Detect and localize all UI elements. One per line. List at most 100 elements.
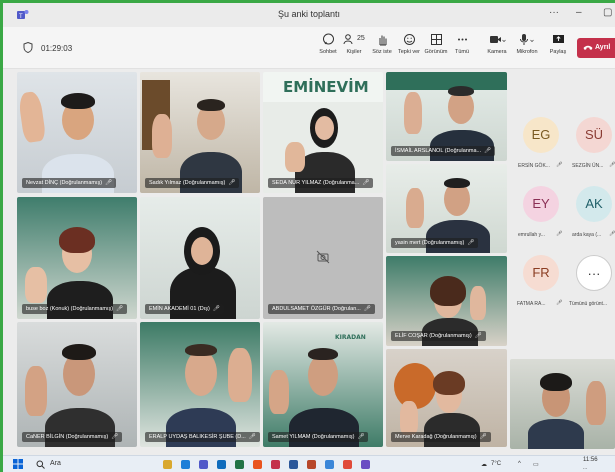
mic-off-icon: 🎤︎ xyxy=(556,231,563,237)
teams-window: T Şu anki toplantı ··· – ▢ 01:29:03 Sohb… xyxy=(3,3,615,455)
video-tile[interactable]: yasin mert (Doğrulanmamış) 🎤︎ xyxy=(386,164,507,253)
weather-icon[interactable]: ☁ xyxy=(481,461,487,468)
participant-name: Samet YILMAM (Doğrulanmamış) 🎤︎ xyxy=(268,432,369,442)
chat-icon xyxy=(322,33,334,45)
app-icon[interactable] xyxy=(271,460,280,469)
camera-label: Kamera xyxy=(487,49,507,55)
video-tile[interactable]: KIRADAN Samet YILMAM (Doğrulanmamış) 🎤︎ xyxy=(263,322,383,447)
avatar: EY xyxy=(523,186,559,222)
app-icon[interactable] xyxy=(181,460,190,469)
meeting-toolbar: 01:29:03 Sohbet 25 Kişiler Söz iste Tepk… xyxy=(3,27,615,69)
more-options-icon[interactable]: ··· xyxy=(549,7,559,18)
share-label: Paylaş xyxy=(549,49,567,55)
video-tile[interactable]: CaNER BİLGİN (Doğrulanmamış) 🎤︎ xyxy=(17,322,137,447)
mic-off-icon: 🎤︎ xyxy=(556,162,563,168)
app-icon[interactable] xyxy=(253,460,262,469)
mic-off-icon: 🎤︎ xyxy=(116,306,124,312)
raise-hand-button[interactable]: Söz iste xyxy=(367,33,397,55)
mic-off-icon: 🎤︎ xyxy=(363,306,371,312)
minimize-icon[interactable]: – xyxy=(576,7,582,18)
maximize-icon[interactable]: ▢ xyxy=(603,7,612,18)
video-tile[interactable]: ELİF COŞAR (Doğrulanmamış) 🎤︎ xyxy=(386,256,507,346)
share-button[interactable]: Paylaş xyxy=(543,33,573,55)
participant-name: ELİF COŞAR (Doğrulanmamış) 🎤︎ xyxy=(391,331,486,341)
participant-name: Nevzat DİNÇ (Doğrulanmamış) 🎤︎ xyxy=(22,178,117,188)
camera-button[interactable]: Kamera xyxy=(482,33,512,55)
phone-hangup-icon xyxy=(583,45,593,50)
ellipsis-icon xyxy=(457,38,467,41)
share-icon xyxy=(552,35,564,43)
avatar: AK xyxy=(576,186,612,222)
search-icon[interactable] xyxy=(36,460,45,469)
camera-off-icon xyxy=(316,250,330,264)
participant-name: ERALP UYDAŞ BALIKESİR ŞUBE (D... 🎤︎ xyxy=(145,432,260,442)
more-label: Tümü xyxy=(454,49,470,55)
weather-temp: 7°C xyxy=(491,461,502,467)
video-tile[interactable]: EMİNEVİM SEDA NUR YILMAZ (Doğrulanma... 🎤… xyxy=(263,72,383,193)
clock-time[interactable]: 11:56 xyxy=(583,457,598,463)
participant-name: Merve Karadağ (Doğrulanmamış) 🎤︎ xyxy=(391,432,491,442)
video-tile[interactable]: İSMAİL ARSLANOL (Doğrulanma... 🎤︎ xyxy=(386,72,507,161)
taskbar-search-label[interactable]: Ara xyxy=(50,460,61,467)
chrome-icon[interactable] xyxy=(343,460,352,469)
video-stage: Nevzat DİNÇ (Doğrulanmamış) 🎤︎ Sadık Yılm… xyxy=(3,69,615,455)
mic-off-icon: 🎤︎ xyxy=(484,148,492,154)
avatar: FR xyxy=(523,255,559,291)
teams-taskbar-icon[interactable] xyxy=(199,460,208,469)
video-tile[interactable]: ABDULSAMET ÖZGÜR (Doğrulan... 🎤︎ xyxy=(263,197,383,319)
word-icon[interactable] xyxy=(289,460,298,469)
window-title: Şu anki toplantı xyxy=(277,9,341,19)
app-icon[interactable] xyxy=(163,460,172,469)
powerpoint-icon[interactable] xyxy=(307,460,316,469)
participant-name: buse boz (Konuk) (Doğrulanmamış) 🎤︎ xyxy=(22,304,128,314)
video-tile[interactable]: Sadık Yılmaz (Doğrulanmamış) 🎤︎ xyxy=(140,72,260,193)
people-button[interactable]: 25 Kişiler xyxy=(339,33,369,55)
tray-chevron-icon[interactable]: ^ xyxy=(518,461,521,467)
network-icon[interactable]: ▭ xyxy=(533,461,539,468)
app-icon[interactable] xyxy=(361,460,370,469)
side-participant-name: ERSİN GÖK... xyxy=(518,163,550,169)
app-icon[interactable] xyxy=(325,460,334,469)
mic-off-icon: 🎤︎ xyxy=(609,162,615,168)
react-button[interactable]: Tepki ver xyxy=(394,33,424,55)
video-tile[interactable]: buse boz (Konuk) (Doğrulanmamış) 🎤︎ xyxy=(17,197,137,319)
mic-off-icon: 🎤︎ xyxy=(609,231,615,237)
microphone-button[interactable]: Mikrofon xyxy=(512,33,542,55)
people-label: Kişiler xyxy=(346,49,362,55)
title-bar: T Şu anki toplantı ··· – ▢ xyxy=(3,3,615,27)
excel-icon[interactable] xyxy=(235,460,244,469)
participant-name: ABDULSAMET ÖZGÜR (Doğrulan... 🎤︎ xyxy=(268,304,375,314)
video-tile[interactable]: ERALP UYDAŞ BALIKESİR ŞUBE (D... 🎤︎ xyxy=(140,322,260,447)
video-tile[interactable] xyxy=(510,359,615,449)
leave-label: Ayrıl xyxy=(595,44,611,51)
banner-brand: EMİNEVİM xyxy=(283,78,369,96)
mic-off-icon: 🎤︎ xyxy=(228,180,236,186)
side-participant-name: SEZGİN ÜN... xyxy=(572,163,604,169)
hand-icon xyxy=(379,35,386,46)
video-tile[interactable]: EMİN AKADEMİ 01 (Dış) 🎤︎ xyxy=(140,197,260,319)
windows-taskbar: Ara ☁ 7°C ^ ▭ 11:56 ... xyxy=(3,455,615,472)
avatar: EG xyxy=(523,117,559,153)
microphone-icon xyxy=(520,34,534,45)
leave-button[interactable]: Ayrıl xyxy=(577,38,615,58)
mic-off-icon: 🎤︎ xyxy=(479,434,487,440)
participant-name: EMİN AKADEMİ 01 (Dış) 🎤︎ xyxy=(145,304,224,314)
windows-start-icon[interactable] xyxy=(13,459,23,469)
people-count: 25 xyxy=(357,35,365,42)
mic-off-icon: 🎤︎ xyxy=(105,180,113,186)
clock-date: ... xyxy=(583,465,588,471)
side-participant-name: FATMA RA... xyxy=(517,301,546,307)
mic-off-icon: 🎤︎ xyxy=(467,240,475,246)
mic-off-icon: 🎤︎ xyxy=(474,333,482,339)
smiley-icon xyxy=(403,34,415,45)
video-tile[interactable]: Nevzat DİNÇ (Doğrulanmamış) 🎤︎ xyxy=(17,72,137,193)
view-all-label: Tümünü görünt... xyxy=(569,301,608,307)
video-tile[interactable]: Merve Karadağ (Doğrulanmamış) 🎤︎ xyxy=(386,349,507,447)
participant-name: İSMAİL ARSLANOL (Doğrulanma... 🎤︎ xyxy=(391,146,496,156)
side-participant-name: arda kaya (... xyxy=(572,232,602,238)
more-button[interactable]: Tümü xyxy=(447,33,477,55)
participant-name: CaNER BİLGİN (Doğrulanmamış) 🎤︎ xyxy=(22,432,123,442)
mic-off-icon: 🎤︎ xyxy=(362,180,370,186)
app-icon[interactable] xyxy=(217,460,226,469)
participant-name: SEDA NUR YILMAZ (Doğrulanma... 🎤︎ xyxy=(268,178,374,188)
